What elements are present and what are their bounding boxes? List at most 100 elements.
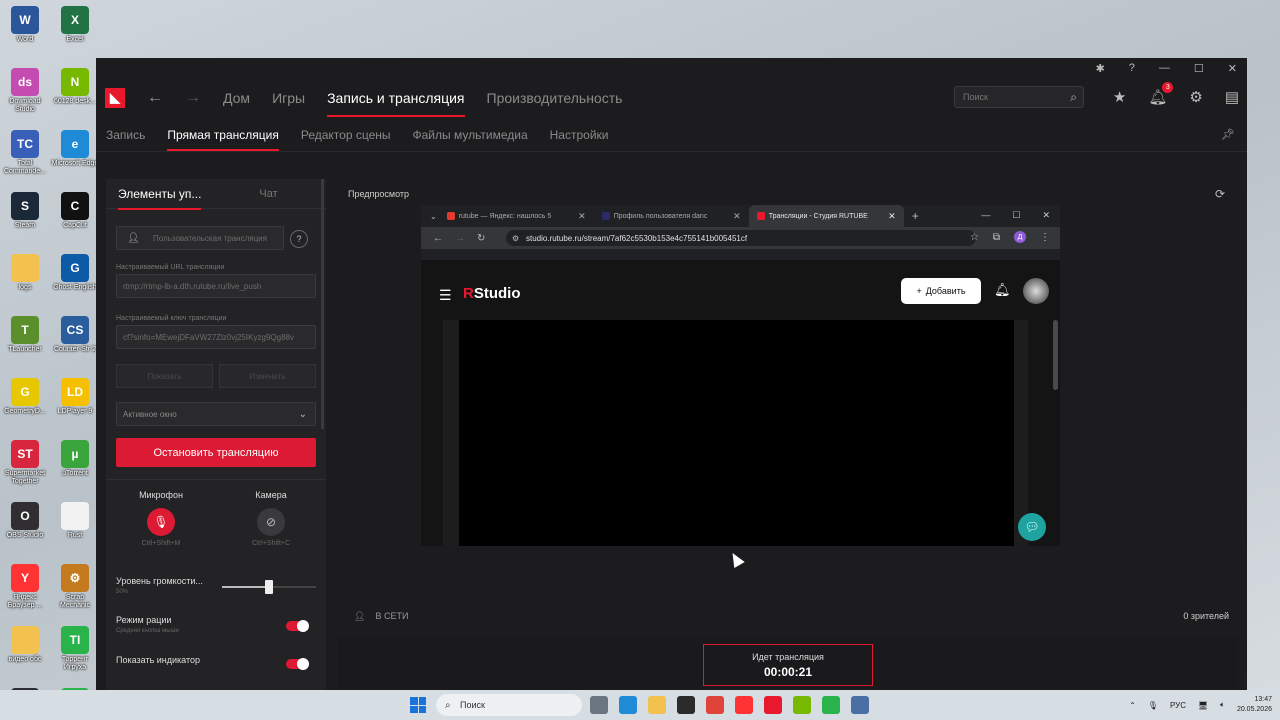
close-button[interactable]: ✕ <box>1228 62 1237 75</box>
reload-icon[interactable]: ↻ <box>477 233 485 244</box>
microphone-icon[interactable]: 🎙︎ <box>147 508 175 536</box>
stream-url-field[interactable]: rtmp://rtmp-lb-a.dth.rutube.ru/live_push <box>116 274 316 298</box>
desktop-icon[interactable]: TC Total Commande... <box>0 130 50 176</box>
rutube-studio-logo[interactable]: RStudio <box>463 285 521 302</box>
page-scrollbar[interactable] <box>1053 320 1058 390</box>
tab-chat[interactable]: Чат <box>259 188 277 200</box>
nav-games[interactable]: Игры <box>272 90 305 106</box>
bug-report-icon[interactable]: ✱ <box>1096 62 1105 75</box>
microphone-tray-icon[interactable]: 🎙︎ <box>1148 701 1158 710</box>
capture-source-select[interactable]: Активное окно ⌄ <box>116 402 316 426</box>
chat-support-icon[interactable]: 💬︎ <box>1018 513 1046 541</box>
close-icon[interactable]: ✕ <box>1042 210 1050 221</box>
bookmark-star-icon[interactable]: ☆ <box>970 232 979 243</box>
taskbar-search[interactable]: ⌕ Поиск <box>436 694 582 716</box>
add-button[interactable]: + Добавить <box>901 278 981 304</box>
minimize-icon[interactable]: — <box>981 210 990 221</box>
help-circle-icon[interactable]: ? <box>290 230 308 248</box>
site-info-icon[interactable]: ⚙ <box>512 234 519 243</box>
taskbar-app-icon[interactable] <box>619 696 637 714</box>
notifications-bell-icon[interactable]: 🔔︎ 3 <box>1148 82 1174 106</box>
tab-record[interactable]: Запись <box>106 128 145 142</box>
volume-icon[interactable]: 🔈︎ <box>1220 700 1225 710</box>
stream-type-field[interactable]: 👤︎ Пользовательская трансляция <box>116 226 284 250</box>
tab-elements[interactable]: Элементы уп... <box>118 187 202 210</box>
show-key-button[interactable]: Показать <box>116 364 213 388</box>
extensions-icon[interactable]: ⧉ <box>993 232 1000 243</box>
tab-live-stream[interactable]: Прямая трансляция <box>167 128 280 151</box>
taskbar-app-icon[interactable] <box>793 696 811 714</box>
tab-search-icon[interactable]: ⌄ <box>430 212 437 221</box>
menu-dots-icon[interactable]: ⋮ <box>1040 232 1050 243</box>
desktop-icon[interactable]: TI Торрент Игруха <box>50 626 100 672</box>
desktop-icon[interactable]: C CapCut <box>50 192 100 230</box>
volume-slider[interactable] <box>222 580 316 594</box>
taskbar-app-icon[interactable] <box>764 696 782 714</box>
settings-gear-icon[interactable]: ⚙ <box>1189 88 1202 106</box>
taskbar-app-icon[interactable] <box>590 696 608 714</box>
desktop-icon[interactable]: T TLauncher <box>0 316 50 354</box>
desktop-icon[interactable]: Y Яндекс Браузер ... <box>0 564 50 610</box>
desktop-icon[interactable]: G Ghost English <box>50 254 100 292</box>
desktop-icon[interactable]: logs <box>0 254 50 292</box>
profile-avatar[interactable]: Д <box>1014 231 1026 243</box>
clock[interactable]: 13:47 20.05.2026 <box>1237 695 1272 715</box>
forward-icon[interactable]: → <box>455 233 465 244</box>
search-icon[interactable]: ⌕ <box>1070 90 1077 105</box>
favorites-star-icon[interactable]: ★ <box>1113 88 1126 106</box>
show-indicator-toggle[interactable] <box>286 658 309 670</box>
camera-off-icon[interactable]: ⊘ <box>257 508 285 536</box>
desktop-icon[interactable]: CS Counter-Str 2 <box>50 316 100 354</box>
help-icon[interactable]: ? <box>1129 62 1135 74</box>
language-indicator[interactable]: РУС <box>1170 701 1186 710</box>
avatar[interactable] <box>1023 278 1049 304</box>
browser-tab-active[interactable]: Трансляции - Студия RUTUBE ✕ <box>748 205 904 227</box>
nav-home[interactable]: Дом <box>223 90 250 106</box>
minimize-button[interactable]: — <box>1159 62 1170 74</box>
radio-mode-toggle[interactable] <box>286 620 309 632</box>
close-tab-icon[interactable]: ✕ <box>578 211 586 222</box>
tray-expand-icon[interactable]: ⌃ <box>1129 701 1136 710</box>
hamburger-menu-icon[interactable]: ☰ <box>439 287 452 304</box>
network-icon[interactable]: 🖥︎ <box>1198 701 1208 710</box>
taskbar-app-icon[interactable] <box>648 696 666 714</box>
notifications-icon[interactable]: 🔔︎ <box>994 282 1011 298</box>
close-tab-icon[interactable]: ✕ <box>733 211 741 222</box>
amd-logo[interactable]: ◣ <box>105 88 125 108</box>
maximize-button[interactable]: ☐ <box>1194 62 1204 75</box>
refresh-icon[interactable]: ⟳ <box>1215 187 1225 201</box>
desktop-icon[interactable]: W Word <box>0 6 50 44</box>
browser-tab[interactable]: Профиль пользователя danc ✕ <box>594 205 749 227</box>
desktop-icon[interactable]: S Steam <box>0 192 50 230</box>
desktop-icon[interactable]: µ uTorrent <box>50 440 100 478</box>
forward-arrow-icon[interactable]: → <box>185 89 201 107</box>
panel-scrollbar[interactable] <box>321 179 324 429</box>
taskbar-app-icon[interactable] <box>822 696 840 714</box>
panel-toggle-icon[interactable]: ▤ <box>1225 88 1239 106</box>
address-bar[interactable]: ⚙ studio.rutube.ru/stream/7af62c5530b153… <box>506 230 976 246</box>
taskbar-app-icon[interactable] <box>735 696 753 714</box>
taskbar-app-icon[interactable] <box>677 696 695 714</box>
back-arrow-icon[interactable]: ← <box>147 89 163 107</box>
volume-slider-thumb[interactable] <box>265 580 273 594</box>
video-player[interactable] <box>443 320 1028 546</box>
desktop-icon[interactable]: O OBS Studio <box>0 502 50 540</box>
stop-stream-button[interactable]: Остановить трансляцию <box>116 438 316 467</box>
taskbar-app-icon[interactable] <box>851 696 869 714</box>
back-icon[interactable]: ← <box>433 233 443 244</box>
desktop-icon[interactable]: e Microsoft Edge <box>50 130 100 168</box>
taskbar-app-icon[interactable] <box>706 696 724 714</box>
browser-tab[interactable]: rutube — Яндекс: нашлось 5 ✕ <box>439 205 594 227</box>
maximize-icon[interactable]: ☐ <box>1012 210 1020 221</box>
desktop-icon[interactable]: X Excel <box>50 6 100 44</box>
nav-performance[interactable]: Производительность <box>487 90 623 106</box>
desktop-icon[interactable]: ST Supermarket Together <box>0 440 50 486</box>
nav-record-stream[interactable]: Запись и трансляция <box>327 90 465 117</box>
desktop-icon[interactable]: ⚙ Scrap Mechanic <box>50 564 100 610</box>
desktop-icon[interactable]: ds Download Studio <box>0 68 50 114</box>
stream-key-field[interactable]: cf?sinfo=MEwejDFaVW27Zlz0vj25IKyzg9Qg88v <box>116 325 316 349</box>
windows-start-icon[interactable] <box>410 697 426 713</box>
desktop-icon[interactable]: видео обс <box>0 626 50 664</box>
change-key-button[interactable]: Изменить <box>219 364 316 388</box>
desktop-icon[interactable]: G GeometryD... <box>0 378 50 416</box>
